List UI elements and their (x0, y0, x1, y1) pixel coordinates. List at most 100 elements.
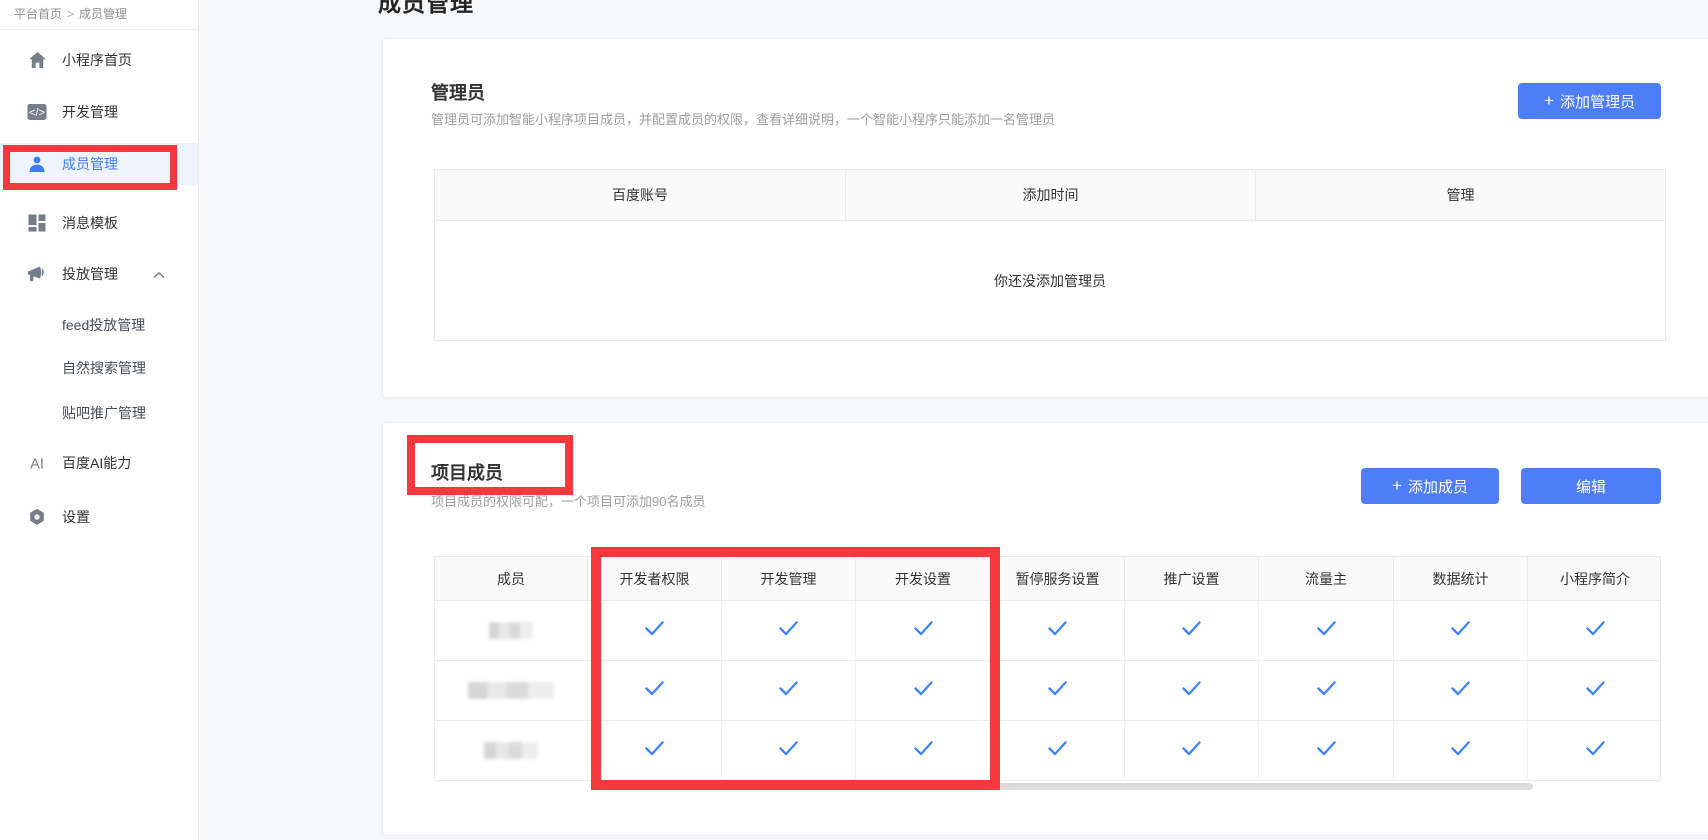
sidebar-item-message-template[interactable]: 消息模板 (0, 202, 198, 244)
members-card-title: 项目成员 (431, 459, 503, 485)
check-icon (645, 681, 664, 701)
check-icon (1317, 621, 1336, 641)
permission-cell (587, 661, 721, 720)
check-icon (1586, 621, 1605, 641)
sidebar-item-label: 投放管理 (62, 264, 118, 284)
permission-cell (990, 601, 1124, 660)
admin-table-column-header: 管理 (1255, 170, 1665, 220)
sidebar-item-feed-promotion[interactable]: feed投放管理 (0, 304, 198, 346)
admin-card: 管理员 管理员可添加智能小程序项目成员，并配置成员的权限，查看详细说明，一个智能… (382, 38, 1708, 398)
permission-cell (587, 721, 721, 780)
member-name-cell (435, 721, 587, 780)
breadcrumb-bar: 平台首页>成员管理 (0, 0, 198, 30)
add-admin-button[interactable]: + 添加管理员 (1518, 83, 1661, 119)
add-member-button[interactable]: + 添加成员 (1361, 468, 1499, 504)
check-icon (1451, 681, 1470, 701)
members-table-column-header: 暂停服务设置 (990, 557, 1124, 600)
check-icon (1586, 741, 1605, 761)
admin-table: 百度账号添加时间管理 你还没添加管理员 (434, 169, 1666, 341)
sidebar-item-home[interactable]: 小程序首页 (0, 39, 198, 81)
check-icon (1451, 741, 1470, 761)
admin-table-column-header: 添加时间 (845, 170, 1255, 220)
check-icon (1317, 681, 1336, 701)
permission-cell (1393, 601, 1527, 660)
permission-cell (721, 721, 855, 780)
table-row (434, 661, 1661, 721)
members-card-description: 项目成员的权限可配，一个项目可添加90名成员 (431, 491, 705, 510)
breadcrumb-platform-home[interactable]: 平台首页 (14, 7, 62, 21)
sidebar-item-label: 设置 (62, 507, 90, 527)
svg-text:AI: AI (30, 457, 44, 473)
breadcrumb: 平台首页>成员管理 (14, 0, 127, 28)
admin-card-description: 管理员可添加智能小程序项目成员，并配置成员的权限，查看详细说明，一个智能小程序只… (431, 109, 1055, 128)
members-table-column-header: 开发者权限 (587, 557, 721, 600)
permission-cell (1124, 721, 1258, 780)
redacted-member-name (468, 682, 554, 699)
sidebar-item-baidu-ai[interactable]: AI 百度AI能力 (0, 442, 198, 484)
permission-cell (855, 601, 990, 660)
sidebar-item-label: 小程序首页 (62, 50, 132, 70)
main-content: 成员 管理 管理员 管理员可添加智能小程序项目成员，并配置成员的权限，查看详细说明… (199, 0, 1708, 840)
check-icon (779, 741, 798, 761)
check-icon (645, 741, 664, 761)
check-icon (1048, 681, 1067, 701)
sidebar-item-promotion[interactable]: 投放管理 (0, 253, 198, 295)
sidebar-item-label: 贴吧推广管理 (62, 403, 146, 423)
redacted-member-name (489, 622, 533, 639)
plus-icon: + (1392, 476, 1402, 496)
permission-cell (1393, 721, 1527, 780)
template-icon (26, 212, 48, 234)
horizontal-scrollbar-thumb[interactable] (901, 783, 1533, 790)
members-table-column-header: 小程序简介 (1527, 557, 1662, 600)
sidebar-item-tieba-promotion[interactable]: 贴吧推广管理 (0, 392, 198, 434)
check-icon (1182, 621, 1201, 641)
edit-button[interactable]: 编辑 (1521, 468, 1661, 504)
project-members-card: 项目成员 项目成员的权限可配，一个项目可添加90名成员 + 添加成员 编辑 成员… (382, 422, 1708, 836)
check-icon (1182, 681, 1201, 701)
permission-cell (1258, 601, 1393, 660)
sidebar-item-label: 自然搜索管理 (62, 358, 146, 378)
permission-cell (721, 601, 855, 660)
permission-cell (990, 661, 1124, 720)
sidebar-item-label: 百度AI能力 (62, 453, 131, 473)
check-icon (914, 621, 933, 641)
members-table-column-header: 成员 (435, 557, 587, 600)
permission-cell (721, 661, 855, 720)
check-icon (1317, 741, 1336, 761)
sidebar-item-label: 成员管理 (62, 154, 118, 174)
members-table-column-header: 开发管理 (721, 557, 855, 600)
sidebar-item-search-promotion[interactable]: 自然搜索管理 (0, 347, 198, 389)
gear-icon (26, 506, 48, 528)
sidebar-item-settings[interactable]: 设置 (0, 496, 198, 538)
permission-cell (1527, 661, 1662, 720)
permission-cell (1393, 661, 1527, 720)
add-admin-button-label: 添加管理员 (1560, 91, 1635, 112)
chevron-up-icon[interactable] (153, 266, 165, 282)
members-table-column-header: 推广设置 (1124, 557, 1258, 600)
edit-button-label: 编辑 (1576, 476, 1606, 497)
breadcrumb-member-management: 成员管理 (79, 7, 127, 21)
check-icon (914, 681, 933, 701)
check-icon (779, 681, 798, 701)
sidebar-item-dev-management[interactable]: </>开发管理 (0, 91, 198, 133)
permission-cell (1258, 661, 1393, 720)
permission-cell (1527, 601, 1662, 660)
member-icon (26, 153, 48, 175)
permission-cell (1124, 661, 1258, 720)
sidebar: 平台首页>成员管理 小程序首页</>开发管理成员管理消息模板投放管理feed投放… (0, 0, 199, 840)
sidebar-item-label: 开发管理 (62, 102, 118, 122)
member-name-cell (435, 661, 587, 720)
home-icon (26, 49, 48, 71)
table-row (434, 601, 1661, 661)
permission-cell (1527, 721, 1662, 780)
check-icon (645, 621, 664, 641)
check-icon (914, 741, 933, 761)
sidebar-item-member-management[interactable]: 成员管理 (0, 143, 198, 185)
admin-card-title: 管理员 (431, 79, 485, 105)
add-member-button-label: 添加成员 (1408, 476, 1468, 497)
permission-cell (1258, 721, 1393, 780)
plus-icon: + (1544, 91, 1554, 111)
members-table-column-header: 流量主 (1258, 557, 1393, 600)
check-icon (779, 621, 798, 641)
permission-cell (855, 661, 990, 720)
